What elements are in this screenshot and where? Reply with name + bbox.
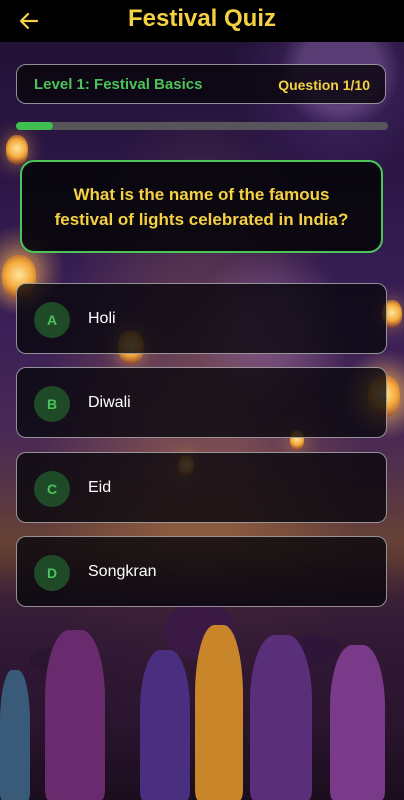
crowd-figure (45, 630, 105, 800)
question-text: What is the name of the famous festival … (54, 184, 349, 229)
option-label: Songkran (88, 563, 157, 580)
option-label: Eid (88, 479, 112, 496)
crowd-figure (250, 635, 312, 800)
level-label: Level 1: Festival Basics (34, 76, 203, 93)
question-card: What is the name of the famous festival … (20, 160, 383, 253)
quiz-progress-bar (16, 122, 388, 130)
quiz-progress-fill (16, 122, 54, 130)
option-b-button[interactable]: B Diwali (16, 367, 387, 438)
crowd-figure (195, 625, 243, 800)
option-letter-badge: A (34, 302, 70, 338)
lantern-decoration (6, 135, 28, 165)
app-header: Festival Quiz (0, 0, 404, 42)
option-c-button[interactable]: C Eid (16, 452, 387, 523)
crowd-figure (330, 645, 385, 800)
crowd-figure (0, 670, 30, 800)
option-a-button[interactable]: A Holi (16, 283, 387, 354)
quiz-screen: Festival Quiz Level 1: Festival Basics Q… (0, 0, 404, 800)
option-label: Diwali (88, 394, 131, 411)
option-letter-badge: D (34, 555, 70, 591)
option-letter-badge: C (34, 471, 70, 507)
crowd-figure (140, 650, 190, 800)
option-label: Holi (88, 310, 116, 327)
question-counter: Question 1/10 (278, 77, 370, 93)
option-letter-badge: B (34, 386, 70, 422)
option-d-button[interactable]: D Songkran (16, 536, 387, 607)
level-info-bar: Level 1: Festival Basics Question 1/10 (16, 64, 386, 104)
page-title: Festival Quiz (127, 5, 277, 32)
